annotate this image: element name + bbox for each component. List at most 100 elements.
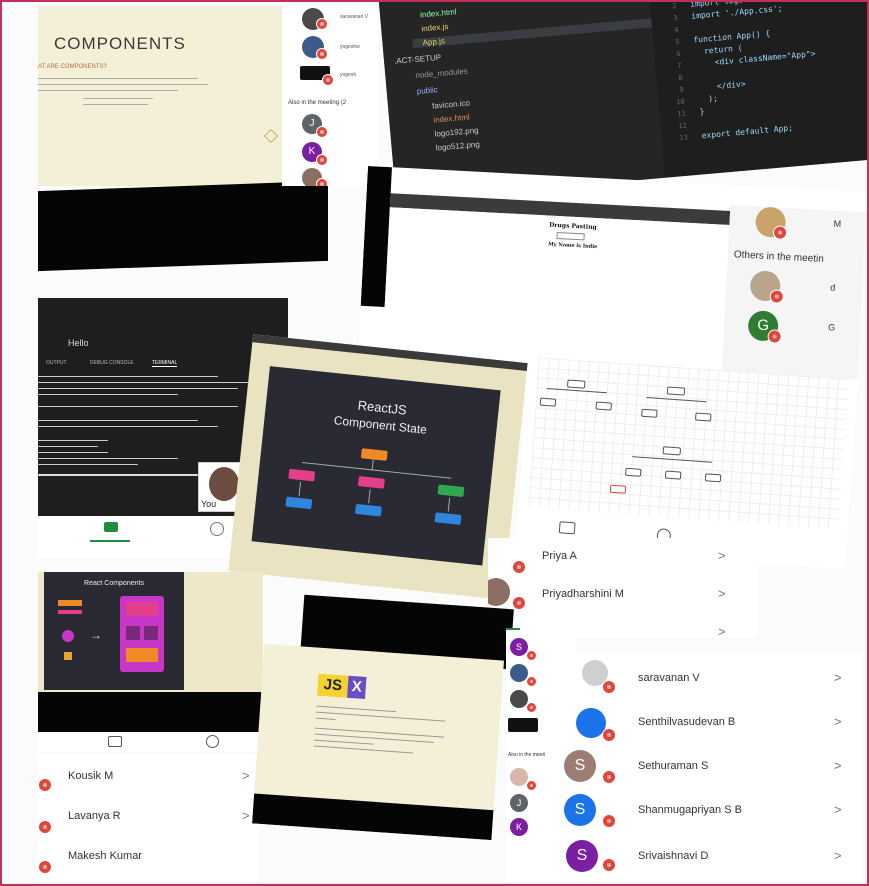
component-block <box>64 652 72 660</box>
chat-info-bar <box>38 732 263 752</box>
file-item[interactable]: index.html <box>433 112 470 124</box>
slide-text-line <box>314 727 445 738</box>
others-label: Also in the meeting (2 <box>288 100 347 106</box>
slide-text-line <box>38 84 208 85</box>
slide-bullet <box>83 98 153 99</box>
chat-tab-icon[interactable] <box>104 522 118 532</box>
participants-list-mid: Priya A > Priyadharshini M > > <box>488 538 758 638</box>
participant-name: Sethuraman S <box>638 760 709 772</box>
folder-item[interactable]: public <box>416 85 438 96</box>
chevron-right-icon[interactable]: > <box>834 758 842 773</box>
participant-name: yogesh <box>340 72 357 78</box>
slide-body: React Components → <box>44 572 184 690</box>
chevron-right-icon[interactable]: > <box>718 624 726 638</box>
chat-tab-icon[interactable] <box>558 521 576 535</box>
page-input[interactable] <box>556 231 585 241</box>
state-node <box>437 484 465 498</box>
folder-item[interactable]: .ACT-SETUP <box>394 53 442 66</box>
slide-bullet <box>83 104 148 105</box>
avatar-s: S <box>564 750 596 782</box>
jsx-logo-js: JS <box>317 673 349 698</box>
chevron-right-icon[interactable]: > <box>718 548 726 563</box>
participant-name: Srivaishnavi D <box>638 850 709 862</box>
tab-output[interactable]: OUTPUT <box>46 360 67 366</box>
terminal-line <box>38 458 178 459</box>
participants-list-left: Kousik M > Lavanya R > Makesh Kumar <box>38 754 258 884</box>
chevron-right-icon[interactable]: > <box>834 848 842 863</box>
avatar-s: S <box>566 840 598 872</box>
tree-node <box>595 401 613 411</box>
tree-line <box>301 462 452 479</box>
folder-item[interactable]: node_modules <box>415 66 468 80</box>
mic-off-icon <box>316 178 328 186</box>
participant-name: saravanan V <box>638 672 700 684</box>
terminal-line <box>38 440 108 441</box>
code-editor[interactable]: import React from 'react';import logo fr… <box>646 2 867 178</box>
mic-off-icon <box>322 74 334 86</box>
participant-name: saravanan V <box>340 14 369 20</box>
terminal-line <box>38 420 198 421</box>
terminal-line <box>38 426 218 427</box>
state-node <box>285 496 313 510</box>
file-item[interactable]: index.js <box>421 22 449 33</box>
file-item[interactable]: logo512.png <box>435 140 480 153</box>
line-numbers: 12345678910111213 <box>655 2 689 145</box>
participant-name: d <box>830 282 836 293</box>
you-label: You <box>201 499 217 509</box>
jsx-slide: JS X <box>252 643 504 841</box>
component-block <box>126 648 158 662</box>
component-block <box>126 602 158 616</box>
jsx-logo-x: X <box>347 675 367 699</box>
file-item-active[interactable]: App.js <box>412 17 663 49</box>
tree-node <box>539 397 557 407</box>
mic-off-icon <box>512 560 526 574</box>
chevron-right-icon[interactable]: > <box>242 808 250 823</box>
mic-off-icon <box>316 48 328 60</box>
avatar <box>488 578 510 606</box>
chat-tab-indicator <box>90 540 130 542</box>
participant-name: Senthilvasudevan B <box>638 716 736 728</box>
participant-name: M <box>833 218 842 229</box>
mic-off-icon <box>602 728 616 742</box>
chat-tab-icon[interactable] <box>108 736 122 747</box>
tree-node <box>704 473 722 483</box>
info-icon[interactable] <box>210 522 224 536</box>
slide-title: React Components <box>84 580 144 587</box>
tree-node <box>624 467 642 477</box>
mic-off-icon <box>526 780 537 791</box>
others-label: Others in the meetin <box>733 249 825 265</box>
react-components-slide: React Components → <box>38 572 263 732</box>
chevron-right-icon[interactable]: > <box>834 802 842 817</box>
participants-strip-top: saravanan V yogeshw yogesh Also in the m… <box>282 6 378 186</box>
tree-node-highlight <box>609 484 627 494</box>
mic-off-icon <box>38 860 52 874</box>
file-item[interactable]: index.html <box>420 7 457 19</box>
info-icon[interactable] <box>206 735 219 748</box>
component-block <box>144 626 158 640</box>
tree-node <box>566 379 586 389</box>
chevron-right-icon[interactable]: > <box>834 714 842 729</box>
tab-debug-console[interactable]: DEBUG CONSOLE <box>90 360 134 366</box>
others-label: Also in the meeti <box>508 752 545 758</box>
state-node <box>354 503 382 517</box>
tab-terminal[interactable]: TERMINAL <box>152 360 178 367</box>
slide-text-line <box>315 717 336 720</box>
avatar-k: K <box>510 818 528 836</box>
file-item[interactable]: favicon.ico <box>432 98 470 110</box>
tree-node <box>664 470 682 480</box>
chevron-right-icon[interactable]: > <box>834 670 842 685</box>
tree-node <box>666 386 686 396</box>
file-item[interactable]: logo192.png <box>434 126 479 139</box>
video-black-area <box>252 793 494 841</box>
chevron-right-icon[interactable]: > <box>718 586 726 601</box>
terminal-line <box>38 464 138 465</box>
slide-text-line <box>38 78 198 79</box>
tree-node <box>662 446 682 456</box>
participant-name: G <box>827 322 836 333</box>
mic-off-icon <box>316 154 328 166</box>
mic-off-icon <box>769 289 785 304</box>
state-node <box>434 512 462 525</box>
mic-off-icon <box>38 820 52 834</box>
component-block <box>58 610 82 614</box>
chevron-right-icon[interactable]: > <box>242 768 250 783</box>
